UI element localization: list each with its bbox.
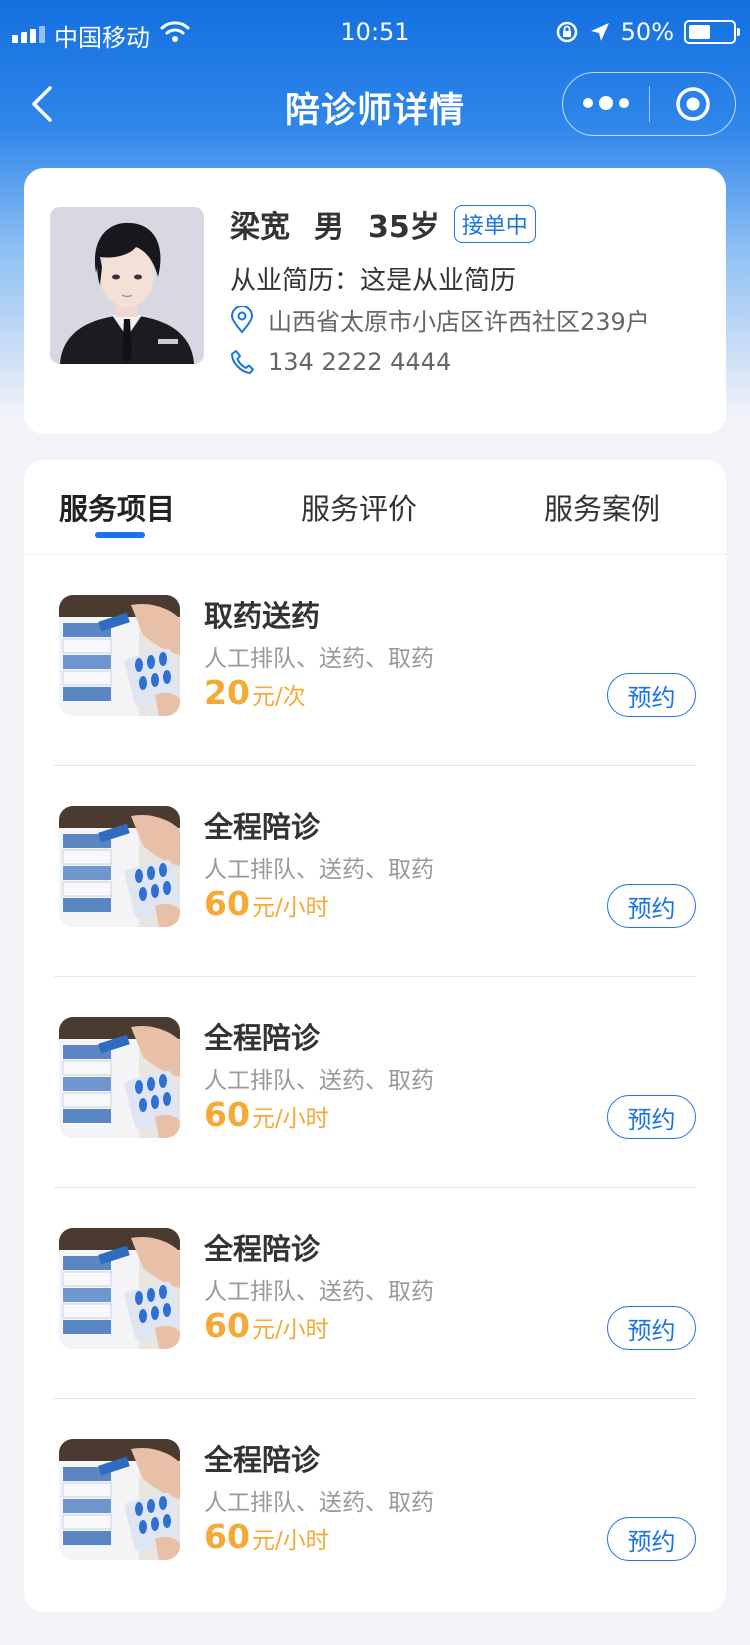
status-bar: 中国移动 10:51 50% — [0, 0, 750, 70]
book-button[interactable]: 预约 — [607, 673, 696, 717]
service-description: 人工排队、送药、取药 — [204, 1068, 434, 1094]
service-name: 全程陪诊 — [204, 810, 321, 844]
price-unit: 元/小时 — [251, 1528, 329, 1554]
service-item[interactable]: 取药送药 人工排队、送药、取药 20 元/次 预约 — [54, 555, 696, 766]
service-description: 人工排队、送药、取药 — [204, 646, 434, 672]
location-pin-icon — [230, 305, 254, 334]
miniprogram-capsule — [562, 72, 736, 136]
price-unit: 元/小时 — [251, 895, 329, 921]
service-price: 20 元/次 — [204, 673, 306, 712]
medicine-photo-icon — [59, 1017, 180, 1138]
price-amount: 60 — [204, 884, 250, 923]
price-amount: 60 — [204, 1095, 250, 1134]
more-dot-icon — [619, 98, 629, 108]
service-item[interactable]: 全程陪诊 人工排队、送药、取药 60 元/小时 预约 — [54, 977, 696, 1188]
close-miniprogram-button[interactable] — [650, 86, 735, 122]
escort-profile-card: 梁宽 男 35岁 接单中 从业简历：这是从业简历 山西省太原市小店区许西社区23… — [24, 168, 726, 434]
service-name: 全程陪诊 — [204, 1021, 321, 1055]
more-dot-icon — [599, 96, 613, 110]
profile-header-row: 梁宽 男 35岁 接单中 — [230, 202, 560, 246]
profile-address: 山西省太原市小店区许西社区239户 — [268, 308, 650, 336]
tab-service-items[interactable]: 服务项目 — [59, 486, 175, 528]
service-name: 全程陪诊 — [204, 1232, 321, 1266]
price-amount: 20 — [204, 673, 250, 712]
service-price: 60 元/小时 — [204, 1306, 329, 1345]
medicine-photo-icon — [59, 1228, 180, 1349]
location-arrow-icon — [590, 23, 609, 41]
service-description: 人工排队、送药、取药 — [204, 1490, 434, 1516]
profile-gender: 男 — [314, 210, 344, 245]
service-price: 60 元/小时 — [204, 884, 329, 923]
medicine-photo-icon — [59, 806, 180, 927]
more-menu-button[interactable] — [563, 96, 649, 110]
price-unit: 元/小时 — [251, 1317, 329, 1343]
tab-service-cases[interactable]: 服务案例 — [544, 486, 660, 528]
orientation-lock-icon — [556, 21, 577, 43]
avatar-portrait-icon — [50, 207, 204, 364]
book-button[interactable]: 预约 — [607, 884, 696, 928]
service-description: 人工排队、送药、取药 — [204, 1279, 434, 1305]
service-item[interactable]: 全程陪诊 人工排队、送药、取药 60 元/小时 预约 — [54, 1188, 696, 1399]
battery-icon — [684, 20, 740, 44]
battery-percent: 50% — [620, 18, 674, 46]
price-amount: 60 — [204, 1517, 250, 1556]
tab-bar: 服务项目 服务评价 服务案例 — [24, 460, 726, 555]
tab-service-reviews[interactable]: 服务评价 — [301, 486, 417, 528]
profile-resume: 从业简历：这是从业简历 — [230, 266, 517, 296]
status-right: 50% — [555, 18, 740, 46]
profile-phone: 134 2222 4444 — [268, 348, 452, 376]
book-button[interactable]: 预约 — [607, 1306, 696, 1350]
phone-icon — [231, 350, 254, 374]
avatar — [50, 207, 204, 364]
service-list: 取药送药 人工排队、送药、取药 20 元/次 预约 全程陪诊 人工排队、送药、取… — [54, 555, 696, 1610]
service-price: 60 元/小时 — [204, 1517, 329, 1556]
more-dot-icon — [583, 98, 593, 108]
service-price: 60 元/小时 — [204, 1095, 329, 1134]
navigation-bar: 陪诊师详情 — [0, 70, 750, 138]
medicine-photo-icon — [59, 595, 180, 716]
phone-row[interactable]: 134 2222 4444 — [230, 348, 451, 376]
service-description: 人工排队、送药、取药 — [204, 857, 434, 883]
price-unit: 元/小时 — [251, 1106, 329, 1132]
profile-name: 梁宽 — [230, 210, 290, 245]
medicine-photo-icon — [59, 1439, 180, 1560]
active-tab-indicator — [95, 532, 145, 538]
profile-age: 35岁 — [368, 210, 440, 245]
service-name: 全程陪诊 — [204, 1443, 321, 1477]
book-button[interactable]: 预约 — [607, 1095, 696, 1139]
status-badge: 接单中 — [453, 205, 536, 243]
address-row: 山西省太原市小店区许西社区239户 — [230, 302, 650, 337]
service-item[interactable]: 全程陪诊 人工排队、送药、取药 60 元/小时 预约 — [54, 1399, 696, 1610]
price-amount: 60 — [204, 1306, 250, 1345]
target-circle-icon — [675, 87, 710, 121]
service-name: 取药送药 — [204, 599, 321, 633]
book-button[interactable]: 预约 — [607, 1517, 696, 1561]
service-item[interactable]: 全程陪诊 人工排队、送药、取药 60 元/小时 预约 — [54, 766, 696, 977]
price-unit: 元/次 — [251, 684, 306, 710]
services-card: 服务项目 服务评价 服务案例 取药送药 人工排队、送药、取药 20 元/次 预约… — [24, 460, 726, 1612]
